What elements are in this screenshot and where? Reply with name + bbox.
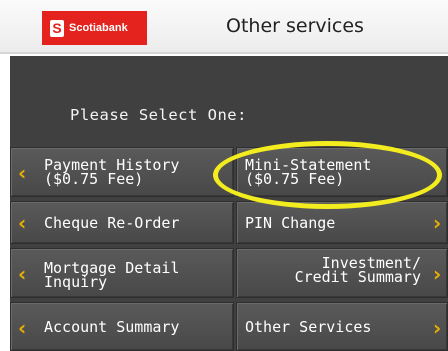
chevron-right-icon: › <box>433 262 442 286</box>
chevron-left-icon: ‹ <box>18 211 27 235</box>
atm-screenshot: S Scotiabank Other services Please Selec… <box>0 0 448 351</box>
payment-history-button[interactable]: ‹ Payment History ($0.75 Fee) <box>10 147 234 197</box>
account-summary-button[interactable]: ‹ Account Summary <box>10 302 234 351</box>
chevron-left-icon: ‹ <box>18 161 27 185</box>
chevron-left-icon: ‹ <box>18 316 27 340</box>
investment-summary-label: Investment/ Credit Summary <box>294 254 421 286</box>
select-prompt: Please Select One: <box>70 106 247 124</box>
pin-change-button[interactable]: PIN Change › <box>236 201 448 244</box>
other-services-label: Other Services <box>245 318 372 336</box>
chevron-right-icon: › <box>433 211 442 235</box>
header-bar: S Scotiabank Other services <box>0 0 448 54</box>
mini-statement-button[interactable]: Mini-Statement ($0.75 Fee) <box>236 147 448 197</box>
chevron-left-icon: ‹ <box>18 262 27 286</box>
payment-history-label: Payment History ($0.75 Fee) <box>44 156 180 188</box>
pin-change-label: PIN Change <box>245 214 336 232</box>
page-title: Other services <box>226 15 364 37</box>
chevron-right-icon: › <box>433 316 442 340</box>
mortgage-detail-label: Mortgage Detail Inquiry <box>44 259 180 291</box>
account-summary-label: Account Summary <box>44 318 180 336</box>
scotiabank-logo: S Scotiabank <box>42 11 147 45</box>
scotiabank-logo-icon: S <box>50 19 64 37</box>
mini-statement-label: Mini-Statement ($0.75 Fee) <box>245 156 372 188</box>
mortgage-detail-button[interactable]: ‹ Mortgage Detail Inquiry <box>10 248 234 298</box>
other-services-button[interactable]: Other Services › <box>236 302 448 351</box>
cheque-reorder-button[interactable]: ‹ Cheque Re-Order <box>10 201 234 244</box>
investment-summary-button[interactable]: Investment/ Credit Summary › <box>236 248 448 298</box>
brand-name: Scotiabank <box>69 22 128 34</box>
cheque-reorder-label: Cheque Re-Order <box>44 214 180 232</box>
